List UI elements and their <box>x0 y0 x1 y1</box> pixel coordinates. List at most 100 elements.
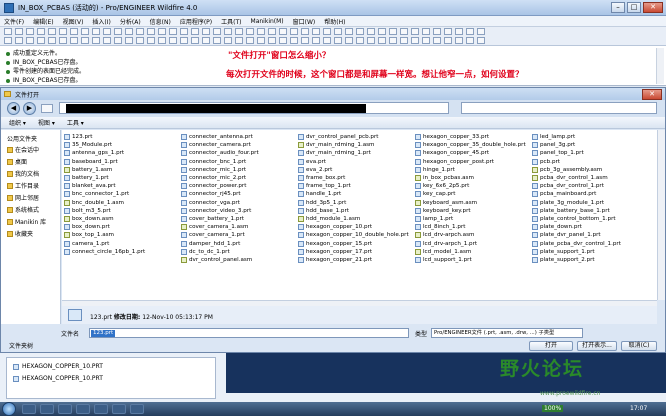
toolbar-button-icon[interactable] <box>180 28 188 35</box>
toolbar-button-icon[interactable] <box>312 28 320 35</box>
graphics-window[interactable] <box>226 353 666 393</box>
toolbar-button-icon[interactable] <box>389 28 397 35</box>
toolbar-button-icon[interactable] <box>477 28 485 35</box>
toolbar-button-icon[interactable] <box>70 37 78 44</box>
file-item[interactable]: panel_3g.prt <box>532 141 652 149</box>
file-item[interactable]: cover_camera_1.prt <box>181 231 301 239</box>
file-item[interactable]: hdd_base_1.prt <box>298 207 418 215</box>
file-item[interactable]: lamp_1.prt <box>415 215 535 223</box>
minimize-button[interactable]: – <box>611 2 625 13</box>
message-scrollbar[interactable] <box>656 48 664 84</box>
toolbar-button-icon[interactable] <box>378 28 386 35</box>
taskbar-app-icon[interactable] <box>40 404 54 414</box>
toolbar-button-icon[interactable] <box>48 28 56 35</box>
file-item[interactable]: lcd_support_1.prt <box>415 256 535 264</box>
forward-arrow-icon[interactable]: ▶ <box>23 102 36 115</box>
organize-button[interactable]: 组织 ▾ <box>9 118 26 127</box>
file-item[interactable]: connector_rj45.prt <box>181 190 301 198</box>
toolbar-button-icon[interactable] <box>301 28 309 35</box>
menu-info[interactable]: 信息(N) <box>150 17 171 26</box>
toolbar-button-icon[interactable] <box>81 28 89 35</box>
toolbar-button-icon[interactable] <box>466 28 474 35</box>
toolbar-button-icon[interactable] <box>37 37 45 44</box>
taskbar-app-icon[interactable] <box>22 404 36 414</box>
taskbar-app-icon[interactable] <box>58 404 72 414</box>
tools-button[interactable]: 工具 ▾ <box>67 118 84 127</box>
toolbar-button-icon[interactable] <box>213 28 221 35</box>
filename-input[interactable]: 123.prt <box>89 328 409 338</box>
file-item[interactable]: hexagon_copper_post.prt <box>415 158 535 166</box>
file-item[interactable]: eva.prt <box>298 158 418 166</box>
taskbar-app-icon[interactable] <box>94 404 108 414</box>
file-item[interactable]: dvr_control_panel.asm <box>181 256 301 264</box>
sidebar-item-favorites[interactable]: 收藏夹 <box>7 229 33 238</box>
file-item[interactable]: key_6x6_2p5.prt <box>415 182 535 190</box>
maximize-button[interactable]: □ <box>627 2 641 13</box>
toolbar-button-icon[interactable] <box>246 37 254 44</box>
file-item[interactable]: pcb.prt <box>532 158 652 166</box>
file-item[interactable]: frame_box.prt <box>298 174 418 182</box>
menu-window[interactable]: 窗口(W) <box>293 17 316 26</box>
toolbar-button-icon[interactable] <box>455 28 463 35</box>
search-input[interactable] <box>461 102 657 114</box>
taskbar-app-icon[interactable] <box>130 404 144 414</box>
toolbar-button-icon[interactable] <box>356 37 364 44</box>
file-item[interactable]: 35_Module.prt <box>64 141 184 149</box>
toolbar-button-icon[interactable] <box>235 28 243 35</box>
toolbar-button-icon[interactable] <box>147 28 155 35</box>
toolbar-button-icon[interactable] <box>411 37 419 44</box>
toolbar-button-icon[interactable] <box>48 37 56 44</box>
file-item[interactable]: hexagon_copper_21.prt <box>298 256 418 264</box>
file-item[interactable]: lcd_8inch_1.prt <box>415 223 535 231</box>
file-item[interactable]: plate_support_2.prt <box>532 256 652 264</box>
file-item[interactable]: key_cap.prt <box>415 190 535 198</box>
start-button[interactable] <box>2 402 16 416</box>
file-item[interactable]: battery_1.prt <box>64 174 184 182</box>
toolbar-button-icon[interactable] <box>290 37 298 44</box>
file-item[interactable]: lcd_drv-arpch_1.prt <box>415 239 535 247</box>
file-item[interactable]: dvr_control_panel_pcb.prt <box>298 133 418 141</box>
history-dropdown-icon[interactable] <box>41 104 53 113</box>
file-item[interactable]: baseboard_1.prt <box>64 158 184 166</box>
menu-manikin[interactable]: Manikin(M) <box>251 18 284 25</box>
sidebar-item-manikin-library[interactable]: Manikin 库 <box>7 217 46 226</box>
toolbar-button-icon[interactable] <box>125 28 133 35</box>
toolbar-button-icon[interactable] <box>301 37 309 44</box>
file-item[interactable]: box_top_1.asm <box>64 231 184 239</box>
toolbar-button-icon[interactable] <box>15 28 23 35</box>
file-item[interactable]: pcba_dvr_control_1.prt <box>532 182 652 190</box>
toolbar-button-icon[interactable] <box>202 37 210 44</box>
file-item[interactable]: bnc_connector_1.prt <box>64 190 184 198</box>
toolbar-button-icon[interactable] <box>323 37 331 44</box>
back-arrow-icon[interactable]: ◀ <box>7 102 20 115</box>
file-item[interactable]: camera_1.prt <box>64 239 184 247</box>
file-item[interactable]: hexagon_copper_10_double_hole.prt <box>298 231 418 239</box>
menu-analysis[interactable]: 分析(A) <box>120 17 141 26</box>
sidebar-item-common-folders[interactable]: 公用文件夹 <box>7 134 37 143</box>
sidebar-item-desktop[interactable]: 桌面 <box>7 157 27 166</box>
toolbar-button-icon[interactable] <box>70 28 78 35</box>
menu-insert[interactable]: 插入(I) <box>92 17 110 26</box>
file-item[interactable]: plate_battery_base_1.prt <box>532 207 652 215</box>
file-item[interactable]: dvr_main_rdming_1.asm <box>298 141 418 149</box>
file-item[interactable]: hexagon_copper_33.prt <box>415 133 535 141</box>
toolbar-button-icon[interactable] <box>268 37 276 44</box>
toolbar-button-icon[interactable] <box>334 37 342 44</box>
dialog-close-button[interactable]: ✕ <box>642 89 662 100</box>
toolbar-button-icon[interactable] <box>103 37 111 44</box>
toolbar-button-icon[interactable] <box>290 28 298 35</box>
toolbar-button-icon[interactable] <box>367 28 375 35</box>
toolbar-button-icon[interactable] <box>312 37 320 44</box>
file-item[interactable]: lcd_drv-arpch.asm <box>415 231 535 239</box>
toolbar-button-icon[interactable] <box>345 37 353 44</box>
toolbar-button-icon[interactable] <box>367 37 375 44</box>
toolbar-button-icon[interactable] <box>114 37 122 44</box>
file-item[interactable]: plate_3g_module_1.prt <box>532 199 652 207</box>
toolbar-button-icon[interactable] <box>433 28 441 35</box>
folder-tree-toggle[interactable]: 文件夹树 <box>9 341 33 350</box>
file-item[interactable]: antenna_gps_1.prt <box>64 149 184 157</box>
toolbar-button-icon[interactable] <box>158 37 166 44</box>
toolbar-button-icon[interactable] <box>279 28 287 35</box>
file-item[interactable]: damper_hdd_1.prt <box>181 239 301 247</box>
menu-file[interactable]: 文件(F) <box>4 17 24 26</box>
